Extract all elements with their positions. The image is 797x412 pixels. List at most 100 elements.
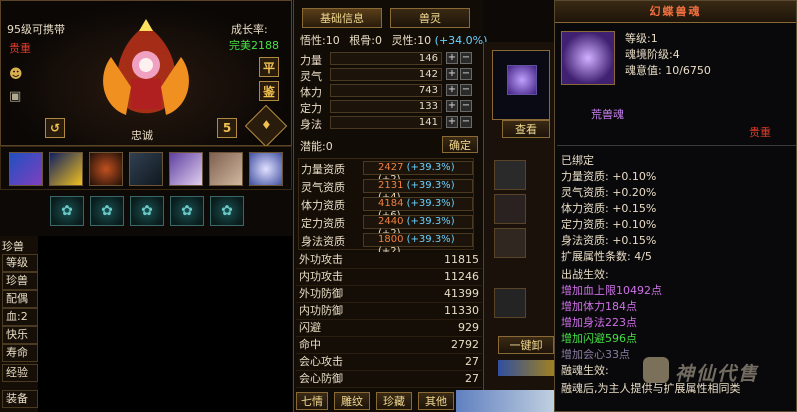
- tooltip-effect: 增加身法223点: [561, 316, 637, 329]
- tab-basic-info[interactable]: 基础信息: [302, 8, 382, 28]
- spirit-slot-2[interactable]: ✿: [90, 196, 124, 226]
- collection-row[interactable]: 经验: [2, 364, 38, 382]
- collection-row[interactable]: 快乐: [2, 326, 38, 344]
- view-button[interactable]: 查看: [502, 120, 550, 138]
- skill-icon-4[interactable]: [129, 152, 163, 186]
- watermark-logo-icon: [643, 357, 669, 383]
- aptitude-label: 力量资质: [301, 163, 345, 176]
- plus-button[interactable]: +: [446, 116, 458, 128]
- tab-other[interactable]: 其他: [418, 392, 454, 410]
- spirit-slot-4[interactable]: ✿: [170, 196, 204, 226]
- plus-button[interactable]: +: [446, 84, 458, 96]
- attr-row: 灵气 142 + −: [300, 68, 472, 84]
- attr-value: 146: [330, 52, 442, 65]
- tooltip-battle-label: 出战生效:: [561, 268, 609, 281]
- plus-button[interactable]: +: [446, 100, 458, 112]
- collection-row[interactable]: 装备: [2, 390, 38, 408]
- aptitude-label: 身法资质: [301, 235, 345, 248]
- gengu-label: 根骨:: [349, 34, 375, 47]
- collection-row[interactable]: 配偶: [2, 290, 38, 308]
- stats-panel: 基础信息 兽灵 悟性:10 根骨:0 灵性:10 (+34.0%) 力量 146…: [293, 0, 487, 412]
- spirit-slot-1[interactable]: ✿: [50, 196, 84, 226]
- attr-row: 定力 133 + −: [300, 100, 472, 116]
- aptitude-row: 力量资质 2427 (+39.3%)(+2): [301, 161, 473, 185]
- aptitude-value-box: 1800 (+39.3%)(+2): [363, 233, 473, 257]
- attr-label: 力量: [300, 54, 322, 67]
- collection-list-area: [38, 236, 292, 412]
- lingxing-label: 灵性:: [391, 34, 418, 47]
- aptitude-value: 2440: [378, 216, 404, 227]
- skill-icon-7[interactable]: [249, 152, 283, 186]
- aptitude-value-box: 4184 (+39.3%)(+6): [363, 197, 473, 221]
- aptitude-pct: (+39.3%): [406, 180, 455, 191]
- pet-level-text: 95级可携带: [7, 23, 65, 36]
- equip-slot-4[interactable]: [494, 288, 526, 318]
- equip-slot-2[interactable]: [494, 194, 526, 224]
- spirit-slot-3[interactable]: ✿: [130, 196, 164, 226]
- plus-button[interactable]: +: [446, 68, 458, 80]
- combat-stats-table: 外功攻击 11815 内功攻击 11246 外功防御 41399 内功防御 11330 …: [296, 252, 482, 388]
- combat-label: 闪避: [299, 321, 321, 334]
- equip-slot-1[interactable]: [494, 160, 526, 190]
- minus-button[interactable]: −: [460, 116, 472, 128]
- aptitude-table: 力量资质 2427 (+39.3%)(+2) 灵气资质 2131 (+39.3%…: [298, 158, 474, 257]
- tab-beast-spirit[interactable]: 兽灵: [390, 8, 470, 28]
- skill-icon-1[interactable]: [9, 152, 43, 186]
- collection-row[interactable]: 寿命: [2, 344, 38, 362]
- combat-row: 内功攻击 11246: [296, 269, 482, 286]
- tooltip-level: 等级:1: [625, 32, 658, 45]
- collection-row[interactable]: 等级: [2, 254, 38, 272]
- attr-label: 体力: [300, 86, 322, 99]
- aptitude-pct: (+39.3%): [406, 198, 455, 209]
- attr-row: 力量 146 + −: [300, 52, 472, 68]
- flat-button[interactable]: 平: [259, 57, 279, 77]
- pet-figure-image: [103, 19, 189, 115]
- appraise-button[interactable]: 鉴: [259, 81, 279, 101]
- bag-icon[interactable]: ▣: [9, 89, 21, 104]
- gengu-value: 0: [374, 34, 382, 47]
- skill-icon-6[interactable]: [209, 152, 243, 186]
- spirit-slot-5[interactable]: ✿: [210, 196, 244, 226]
- potential-line: 潜能:0: [300, 138, 333, 154]
- collection-header: 珍兽: [2, 240, 24, 253]
- collection-row[interactable]: 血:2: [2, 308, 38, 326]
- unequip-all-button[interactable]: 一键卸: [498, 336, 554, 354]
- confirm-button[interactable]: 确定: [442, 136, 478, 153]
- minus-button[interactable]: −: [460, 52, 472, 64]
- equip-slot-3[interactable]: [494, 228, 526, 258]
- rotate-right-button[interactable]: 5: [217, 118, 237, 138]
- rotate-left-button[interactable]: ↺: [45, 118, 65, 138]
- skill-icon-5[interactable]: [169, 152, 203, 186]
- combat-value: 27: [465, 355, 479, 368]
- lock-icon[interactable]: ☻: [9, 67, 23, 82]
- minus-button[interactable]: −: [460, 100, 472, 112]
- tooltip-expand: 扩展属性条数: 4/5: [561, 250, 652, 263]
- tab-carving[interactable]: 雕纹: [334, 392, 370, 410]
- combat-value: 11815: [444, 253, 479, 266]
- skill-bar: [0, 146, 292, 190]
- combat-row: 外功攻击 11815: [296, 252, 482, 269]
- tab-seven-emotions[interactable]: 七情: [296, 392, 328, 410]
- minus-button[interactable]: −: [460, 84, 472, 96]
- butterfly-spirit-icon[interactable]: [507, 65, 537, 95]
- tooltip-attr: 体力资质: +0.15%: [561, 202, 657, 215]
- tooltip-type: 荒兽魂: [591, 108, 624, 121]
- tab-treasure[interactable]: 珍藏: [376, 392, 412, 410]
- collection-sidebar: 珍兽 等级 珍兽 配偶 血:2 快乐 寿命 经验 装备: [0, 236, 38, 412]
- combat-value: 11246: [444, 270, 479, 283]
- aptitude-label: 灵气资质: [301, 181, 345, 194]
- plus-button[interactable]: +: [446, 52, 458, 64]
- combat-row: 闪避 929: [296, 320, 482, 337]
- combat-label: 内功防御: [299, 304, 343, 317]
- minus-button[interactable]: −: [460, 68, 472, 80]
- combat-value: 11330: [444, 304, 479, 317]
- watermark-text: 神仙代售: [675, 363, 760, 385]
- attr-label: 灵气: [300, 70, 322, 83]
- wuxing-value: 10: [325, 34, 340, 47]
- combat-label: 外功防御: [299, 287, 343, 300]
- attr-row: 身法 141 + −: [300, 116, 472, 132]
- skill-icon-2[interactable]: [49, 152, 83, 186]
- spirit-tooltip: 幻蝶兽魂 等级:1 魂境阶级:4 魂意值: 10/6750 荒兽魂 贵重 已绑定…: [554, 0, 797, 412]
- skill-icon-3[interactable]: [89, 152, 123, 186]
- collection-row[interactable]: 珍兽: [2, 272, 38, 290]
